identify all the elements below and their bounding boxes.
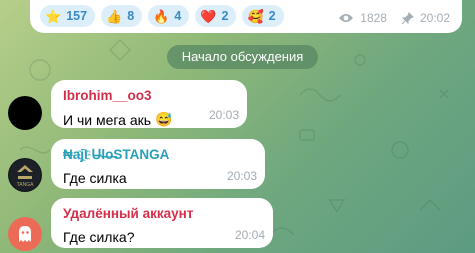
sender-name[interactable]: ₦aj҈I ᑌ̶l̶o̶STANGA <box>63 147 169 163</box>
sender-name[interactable]: Удалённый аккаунт <box>63 206 193 221</box>
message-time: 20:04 <box>234 228 265 242</box>
discussion-start-chip: Начало обсуждения <box>167 45 318 69</box>
avatar[interactable] <box>8 217 42 251</box>
channel-post-footer: ⭐ 157 👍 8 🔥 4 ❤️ 2 🥰 2 1828 20:02 <box>30 0 462 33</box>
tanga-logo-icon: TANGA <box>9 159 41 191</box>
message-time: 20:03 <box>208 108 239 122</box>
svg-text:TANGA: TANGA <box>17 182 35 188</box>
reaction-count: 4 <box>174 9 182 23</box>
heart-emoji-icon: ❤️ <box>200 8 217 24</box>
pin-icon <box>401 11 414 24</box>
message-time: 20:03 <box>226 169 257 183</box>
reaction-count: 2 <box>221 9 229 23</box>
post-time: 20:02 <box>419 11 450 25</box>
reaction-count: 157 <box>66 9 88 23</box>
reaction-heart[interactable]: ❤️ 2 <box>195 5 237 27</box>
reaction-count: 2 <box>268 9 276 23</box>
message-bubble[interactable]: ₦aj҈I ᑌ̶l̶o̶STANGA Где силка 20:03 <box>51 139 265 189</box>
thumbs-up-emoji-icon: 👍 <box>106 8 123 24</box>
smiling-hearts-emoji-icon: 🥰 <box>247 8 264 24</box>
message-text: Где силка <box>63 170 127 186</box>
fire-emoji-icon: 🔥 <box>153 8 170 24</box>
message-text-content: И чи мега акь <box>63 111 152 128</box>
views-count: 1828 <box>360 11 387 25</box>
ghost-icon <box>19 226 31 242</box>
reaction-fire[interactable]: 🔥 4 <box>148 5 190 27</box>
avatar[interactable] <box>8 96 42 130</box>
message-text: И чи мега акь 😅 <box>63 111 172 128</box>
message-text: Где силка? <box>63 229 135 245</box>
reaction-smiling-hearts[interactable]: 🥰 2 <box>242 5 284 27</box>
message-bubble[interactable]: Ibrohim__oo3 И чи мега акь 😅 20:03 <box>51 80 247 128</box>
reaction-count: 8 <box>127 9 135 23</box>
star-emoji-icon: ⭐ <box>45 8 62 24</box>
reaction-star[interactable]: ⭐ 157 <box>40 5 96 27</box>
sweat-smile-emoji-icon: 😅 <box>155 111 173 127</box>
sender-name[interactable]: Ibrohim__oo3 <box>63 88 152 103</box>
message-bubble[interactable]: Удалённый аккаунт Где силка? 20:04 <box>51 198 273 248</box>
eye-icon <box>339 14 354 22</box>
reactions-bar: ⭐ 157 👍 8 🔥 4 ❤️ 2 🥰 2 <box>40 5 284 27</box>
avatar[interactable]: TANGA <box>8 158 42 192</box>
reaction-thumbs-up[interactable]: 👍 8 <box>101 5 143 27</box>
post-meta: 1828 20:02 <box>338 11 450 25</box>
